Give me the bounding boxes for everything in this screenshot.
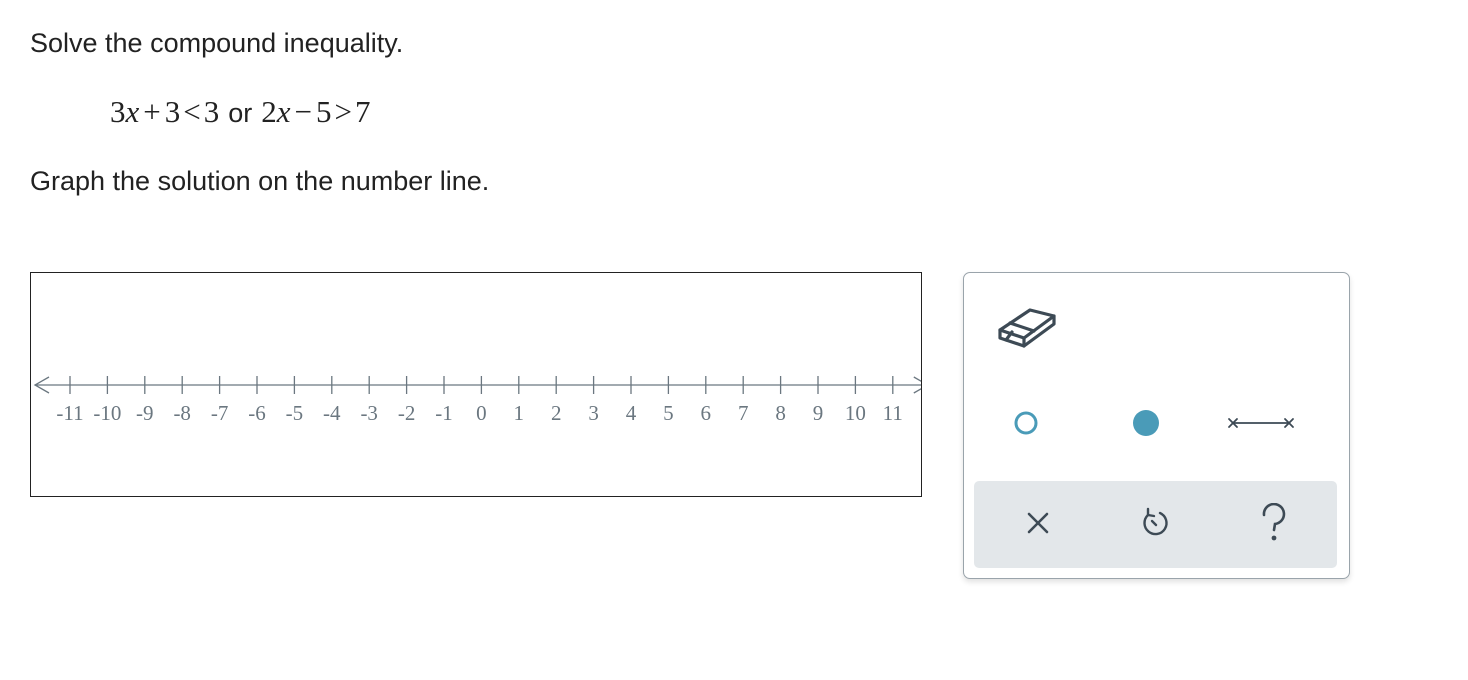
- prompt-instruction: Graph the solution on the number line.: [30, 166, 490, 196]
- open-point-tool-button[interactable]: [1004, 403, 1048, 447]
- tick-label: -3: [360, 401, 378, 425]
- tick-label: 4: [626, 401, 637, 425]
- undo-button[interactable]: [1133, 503, 1177, 547]
- closed-point-icon: [1131, 408, 1161, 443]
- eraser-icon: [996, 302, 1058, 355]
- eq-const2: 5: [316, 94, 332, 129]
- eq-rel1: <: [183, 94, 201, 129]
- tick-label: -10: [93, 401, 121, 425]
- tick-label: 0: [476, 401, 487, 425]
- number-line[interactable]: -11 -10 -9 -8 -7 -6 -5 -4 -3 -2 -1 0 1 2 3 4 5 6 7 8 9 10 11: [31, 273, 921, 496]
- tick-label: -1: [435, 401, 453, 425]
- graph-toolbox: [963, 272, 1350, 579]
- tick-label: -6: [248, 401, 266, 425]
- undo-icon: [1139, 507, 1171, 544]
- tick-label: 7: [738, 401, 749, 425]
- tick-label: -5: [286, 401, 304, 425]
- tick-label: 2: [551, 401, 562, 425]
- tick-label: 11: [883, 401, 903, 425]
- compound-inequality: 3x +3<3 or 2x −5>7: [110, 94, 370, 130]
- tick-label: 6: [701, 401, 712, 425]
- tick-label: 8: [775, 401, 786, 425]
- tick-label: -4: [323, 401, 341, 425]
- tick-label: 10: [845, 401, 866, 425]
- eq-coef1: 3: [110, 94, 126, 129]
- eq-rel2: >: [334, 94, 352, 129]
- eq-joiner: or: [228, 98, 253, 128]
- eq-op2: −: [294, 94, 312, 129]
- segment-icon: [1227, 413, 1295, 438]
- clear-button[interactable]: [1016, 503, 1060, 547]
- tick-label: -11: [56, 401, 83, 425]
- eq-rhs1: 3: [203, 94, 220, 129]
- eq-const1: 3: [164, 94, 181, 129]
- eq-rhs2: 7: [354, 94, 371, 129]
- action-bar: [974, 481, 1337, 568]
- tick-label: 1: [514, 401, 525, 425]
- number-line-graph-area[interactable]: -11 -10 -9 -8 -7 -6 -5 -4 -3 -2 -1 0 1 2 3 4 5 6 7 8 9 10 11: [30, 272, 922, 497]
- tick-label: 9: [813, 401, 824, 425]
- tick-label: 3: [588, 401, 599, 425]
- tick-label: -7: [211, 401, 229, 425]
- eraser-tool-button[interactable]: [992, 298, 1062, 358]
- eq-var1: x: [125, 94, 140, 129]
- open-point-icon: [1011, 408, 1041, 443]
- eq-coef2: 2: [261, 94, 277, 129]
- clear-icon: [1024, 509, 1052, 542]
- closed-point-tool-button[interactable]: [1124, 403, 1168, 447]
- tick-label: -2: [398, 401, 416, 425]
- segment-tool-button[interactable]: [1226, 408, 1296, 442]
- help-button[interactable]: [1252, 501, 1296, 549]
- tick-label: -8: [173, 401, 191, 425]
- tick-label: 5: [663, 401, 674, 425]
- eq-op1: +: [143, 94, 161, 129]
- tick-label: -9: [136, 401, 154, 425]
- help-icon: [1259, 502, 1289, 548]
- prompt-title: Solve the compound inequality.: [30, 28, 404, 58]
- eq-var2: x: [276, 94, 291, 129]
